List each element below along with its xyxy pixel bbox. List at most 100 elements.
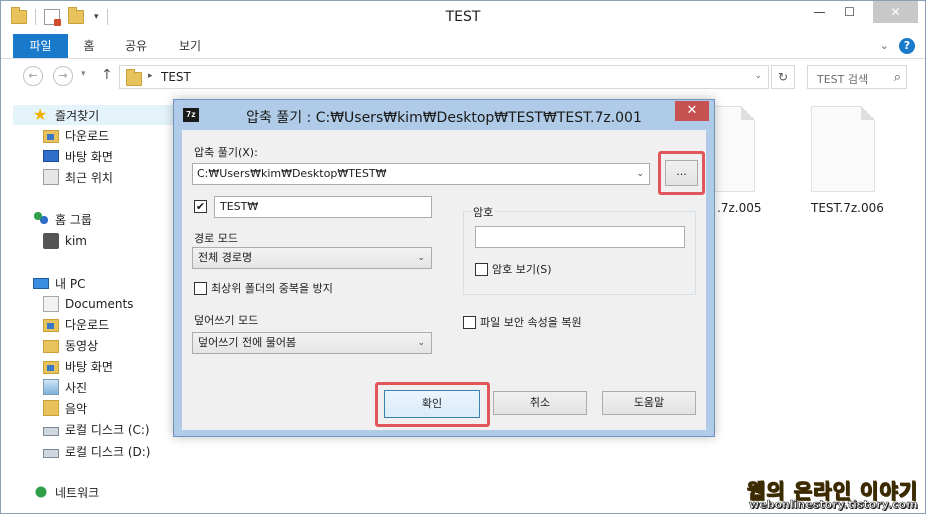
extract-to-label: 압축 풀기(X): — [194, 146, 258, 159]
path-mode-label: 경로 모드 — [194, 232, 238, 245]
tab-share[interactable]: 공유 — [121, 34, 151, 58]
tab-view[interactable]: 보기 — [175, 34, 205, 58]
sidebar-item-recent-places[interactable]: 최근 위치 — [43, 167, 113, 187]
folder-icon — [126, 69, 142, 86]
recent-locations-icon[interactable]: ▾ — [81, 69, 86, 79]
user-icon — [43, 233, 59, 249]
extract-to-value: C:₩Users₩kim₩Desktop₩TEST₩ — [197, 167, 387, 180]
close-button[interactable]: ✕ — [873, 1, 918, 23]
sidebar-item-documents[interactable]: Documents — [43, 294, 133, 314]
file-icon[interactable] — [811, 106, 875, 192]
file-name[interactable]: .7z.005 — [717, 201, 761, 215]
subfolder-checkbox[interactable]: ✔ — [194, 200, 207, 213]
explorer-window: ▾ TEST — ☐ ✕ 파일 홈 공유 보기 ⌄ ? ← → ▾ ↑ ▸ TE… — [0, 0, 926, 514]
sidebar-item-pc-downloads[interactable]: 다운로드 — [43, 314, 109, 334]
sidebar-item-downloads[interactable]: 다운로드 — [43, 125, 109, 145]
pictures-folder-icon — [43, 379, 59, 395]
eliminate-duplication-checkbox[interactable]: 최상위 폴더의 중복을 방지 — [194, 280, 333, 296]
downloads-folder-icon — [43, 129, 59, 143]
address-bar[interactable]: ▸ TEST ⌄ — [119, 65, 769, 89]
extract-dialog: 7z 압축 풀기 : C:₩Users₩kim₩Desktop₩TEST₩TES… — [173, 99, 715, 437]
checkbox-box[interactable] — [194, 281, 207, 295]
restore-security-checkbox[interactable]: 파일 보안 속성을 복원 — [463, 314, 582, 330]
sidebar-item-label: 동영상 — [65, 338, 99, 353]
search-box[interactable]: TEST 검색 ⌕ — [807, 65, 907, 89]
tab-home[interactable]: 홈 — [79, 34, 99, 58]
sidebar-item-kim[interactable]: kim — [43, 231, 87, 251]
sidebar-item-label: 최근 위치 — [65, 170, 113, 185]
sidebar-item-label: 사진 — [65, 380, 88, 395]
eliminate-duplication-label: 최상위 폴더의 중복을 방지 — [211, 282, 333, 295]
path-mode-select[interactable]: 전체 경로명 ⌄ — [192, 247, 432, 269]
help-button[interactable]: 도움말 — [602, 391, 696, 415]
computer-icon — [33, 277, 49, 289]
show-password-checkbox[interactable]: 암호 보기(S) — [475, 261, 552, 277]
sidebar-item-drive-c[interactable]: 로컬 디스크 (C:) — [43, 419, 150, 439]
sidebar-item-drive-d[interactable]: 로컬 디스크 (D:) — [43, 441, 150, 461]
chevron-down-icon[interactable]: ⌄ — [417, 248, 425, 268]
minimize-button[interactable]: — — [805, 1, 834, 23]
path-mode-value: 전체 경로명 — [198, 251, 253, 264]
sidebar-item-label: 바탕 화면 — [65, 149, 113, 164]
maximize-button[interactable]: ☐ — [836, 1, 863, 23]
forward-button[interactable]: → — [53, 66, 73, 86]
extract-to-combobox[interactable]: C:₩Users₩kim₩Desktop₩TEST₩ ⌄ — [192, 163, 650, 185]
sidebar-item-homegroup[interactable]: 홈 그룹 — [33, 209, 92, 229]
sidebar-item-label: 바탕 화면 — [65, 359, 113, 374]
expand-ribbon-icon[interactable]: ⌄ — [880, 39, 889, 52]
sidebar-item-pictures[interactable]: 사진 — [43, 377, 87, 397]
sidebar-item-music[interactable]: 음악 — [43, 398, 87, 418]
sidebar-item-videos[interactable]: 동영상 — [43, 335, 98, 355]
sidebar-item-favorites[interactable]: ★ 즐겨찾기 — [13, 105, 173, 125]
dialog-close-button[interactable]: ✕ — [675, 101, 709, 121]
dialog-body: 압축 풀기(X): C:₩Users₩kim₩Desktop₩TEST₩ ⌄ .… — [182, 130, 706, 430]
ok-button[interactable]: 확인 — [384, 390, 480, 418]
chevron-down-icon[interactable]: ⌄ — [417, 333, 425, 353]
refresh-button[interactable]: ↻ — [771, 65, 795, 89]
navigation-pane: ★ 즐겨찾기 다운로드 바탕 화면 최근 위치 홈 그룹 kim 내 PC Do… — [1, 101, 173, 511]
sidebar-item-desktop[interactable]: 바탕 화면 — [43, 146, 113, 166]
help-icon[interactable]: ? — [899, 38, 915, 54]
chevron-down-icon[interactable]: ⌄ — [636, 164, 644, 184]
sidebar-item-label: 로컬 디스크 (D:) — [65, 444, 151, 459]
sidebar-item-label: 다운로드 — [65, 128, 110, 143]
network-icon — [33, 484, 49, 500]
search-input[interactable]: TEST 검색 — [817, 71, 868, 87]
subfolder-input[interactable]: TEST₩ — [214, 196, 432, 218]
downloads-folder-icon — [43, 318, 59, 332]
homegroup-icon — [33, 211, 49, 227]
up-button[interactable]: ↑ — [101, 67, 113, 83]
sidebar-item-network[interactable]: 네트워크 — [33, 482, 99, 502]
checkmark-icon[interactable]: ✔ — [194, 200, 207, 213]
music-folder-icon — [43, 400, 59, 416]
sidebar-item-pc-desktop[interactable]: 바탕 화면 — [43, 356, 113, 376]
file-name[interactable]: TEST.7z.006 — [811, 201, 884, 215]
back-button[interactable]: ← — [23, 66, 43, 86]
restore-security-label: 파일 보안 속성을 복원 — [480, 316, 582, 329]
sidebar-item-this-pc[interactable]: 내 PC — [33, 273, 85, 293]
checkbox-box[interactable] — [475, 262, 488, 276]
desktop-icon — [43, 150, 59, 162]
browse-button[interactable]: ... — [665, 160, 698, 186]
sidebar-item-label: 네트워크 — [55, 485, 100, 500]
dialog-title: 압축 풀기 : C:₩Users₩kim₩Desktop₩TEST₩TEST.7… — [246, 110, 642, 126]
ribbon-divider — [1, 58, 925, 59]
search-icon: ⌕ — [893, 70, 901, 85]
checkbox-box[interactable] — [463, 315, 476, 329]
cancel-button[interactable]: 취소 — [493, 391, 587, 415]
password-group — [463, 211, 696, 295]
videos-folder-icon — [43, 339, 59, 353]
window-title: TEST — [445, 9, 481, 25]
breadcrumb-separator-icon[interactable]: ▸ — [148, 71, 153, 81]
tab-file[interactable]: 파일 — [13, 34, 68, 58]
overwrite-mode-value: 덮어쓰기 전에 물어봄 — [198, 336, 297, 349]
show-password-label: 암호 보기(S) — [492, 263, 552, 276]
sidebar-item-label: 홈 그룹 — [55, 212, 92, 227]
ribbon: 파일 홈 공유 보기 ⌄ ? — [1, 34, 925, 58]
overwrite-mode-select[interactable]: 덮어쓰기 전에 물어봄 ⌄ — [192, 332, 432, 354]
address-dropdown-icon[interactable]: ⌄ — [754, 71, 762, 81]
password-input[interactable] — [475, 226, 685, 248]
star-icon: ★ — [33, 105, 48, 124]
sidebar-item-label: 로컬 디스크 (C:) — [65, 422, 150, 437]
breadcrumb-test[interactable]: TEST — [161, 70, 191, 84]
